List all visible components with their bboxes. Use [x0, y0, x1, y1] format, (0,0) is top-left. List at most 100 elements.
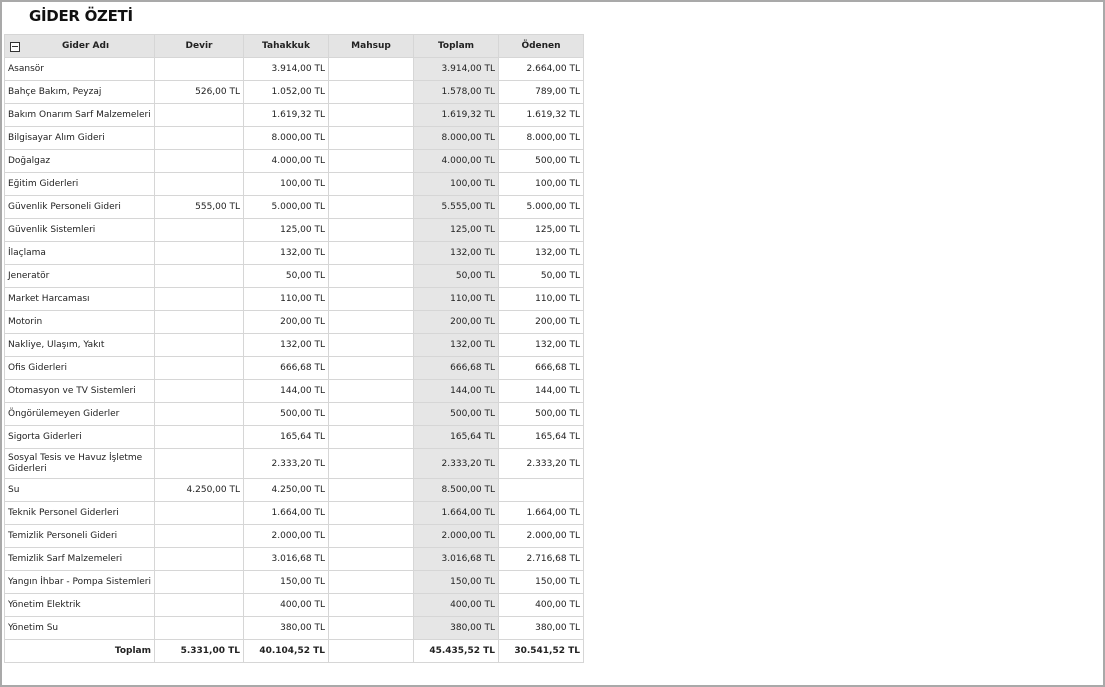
cell-odenen: 500,00 TL — [498, 149, 584, 173]
cell-gider-adi: Sosyal Tesis ve Havuz İşletme Giderleri — [4, 448, 155, 479]
cell-odenen: 2.333,20 TL — [498, 448, 584, 479]
table-row[interactable]: Ofis Giderleri 666,68 TL 666,68 TL 666,68 T… — [4, 356, 584, 380]
cell-odenen: 100,00 TL — [498, 172, 584, 196]
cell-tahakkuk: 165,64 TL — [243, 425, 329, 449]
table-row[interactable]: Market Harcaması 110,00 TL 110,00 TL 110,00… — [4, 287, 584, 311]
cell-tahakkuk: 2.000,00 TL — [243, 524, 329, 548]
cell-tahakkuk: 3.016,68 TL — [243, 547, 329, 571]
table-row[interactable]: Yangın İhbar - Pompa Sistemleri 150,00 TL… — [4, 570, 584, 594]
cell-tahakkuk: 5.000,00 TL — [243, 195, 329, 219]
table-row[interactable]: Nakliye, Ulaşım, Yakıt 132,00 TL 132,00 TL… — [4, 333, 584, 357]
cell-tahakkuk: 150,00 TL — [243, 570, 329, 594]
table-row[interactable]: Asansör 3.914,00 TL 3.914,00 TL 2.664,00 TL — [4, 57, 584, 81]
table-row[interactable]: Jeneratör 50,00 TL 50,00 TL 50,00 TL — [4, 264, 584, 288]
cell-gider-adi: Asansör — [4, 57, 155, 81]
cell-devir — [154, 524, 244, 548]
table-row[interactable]: Bilgisayar Alım Gideri 8.000,00 TL 8.000,0… — [4, 126, 584, 150]
cell-gider-adi: Eğitim Giderleri — [4, 172, 155, 196]
cell-toplam: 1.578,00 TL — [413, 80, 499, 104]
cell-tahakkuk: 125,00 TL — [243, 218, 329, 242]
cell-odenen: 1.664,00 TL — [498, 501, 584, 525]
cell-mahsup — [328, 195, 414, 219]
cell-devir — [154, 570, 244, 594]
cell-gider-adi: Sigorta Giderleri — [4, 425, 155, 449]
table-row[interactable]: Bahçe Bakım, Peyzaj 526,00 TL 1.052,00 TL 1… — [4, 80, 584, 104]
cell-gider-adi: Doğalgaz — [4, 149, 155, 173]
table-row[interactable]: Sosyal Tesis ve Havuz İşletme Giderleri 2… — [4, 448, 584, 479]
table-row[interactable]: Yönetim Elektrik 400,00 TL 400,00 TL 400,00… — [4, 593, 584, 617]
table-row[interactable]: Temizlik Sarf Malzemeleri 3.016,68 TL 3.01… — [4, 547, 584, 571]
cell-mahsup — [328, 425, 414, 449]
cell-devir — [154, 149, 244, 173]
cell-toplam: 150,00 TL — [413, 570, 499, 594]
cell-odenen: 144,00 TL — [498, 379, 584, 403]
column-header-name[interactable]: Gider Adı — [4, 34, 155, 58]
table-row[interactable]: Güvenlik Personeli Gideri 555,00 TL 5.000,… — [4, 195, 584, 219]
expense-summary-table: Gider Adı Devir Tahakkuk Mahsup Toplam Ö… — [4, 34, 584, 663]
collapse-icon[interactable] — [10, 41, 20, 52]
table-row[interactable]: Doğalgaz 4.000,00 TL 4.000,00 TL 500,00 TL — [4, 149, 584, 173]
cell-toplam: 4.000,00 TL — [413, 149, 499, 173]
table-row[interactable]: Otomasyon ve TV Sistemleri 144,00 TL 144,0… — [4, 379, 584, 403]
cell-mahsup — [328, 103, 414, 127]
table-row[interactable]: Temizlik Personeli Gideri 2.000,00 TL 2.00… — [4, 524, 584, 548]
cell-toplam: 5.555,00 TL — [413, 195, 499, 219]
cell-tahakkuk: 380,00 TL — [243, 616, 329, 640]
cell-devir — [154, 57, 244, 81]
column-header-devir[interactable]: Devir — [154, 34, 244, 58]
table-row[interactable]: Sigorta Giderleri 165,64 TL 165,64 TL 165,6… — [4, 425, 584, 449]
cell-toplam: 200,00 TL — [413, 310, 499, 334]
cell-mahsup — [328, 287, 414, 311]
cell-devir — [154, 448, 244, 479]
cell-tahakkuk: 1.664,00 TL — [243, 501, 329, 525]
cell-mahsup — [328, 218, 414, 242]
cell-gider-adi: Jeneratör — [4, 264, 155, 288]
cell-tahakkuk: 500,00 TL — [243, 402, 329, 426]
totals-odenen: 30.541,52 TL — [498, 639, 584, 663]
cell-tahakkuk: 4.250,00 TL — [243, 478, 329, 502]
table-row[interactable]: Su 4.250,00 TL 4.250,00 TL 8.500,00 TL — [4, 478, 584, 502]
cell-devir — [154, 379, 244, 403]
cell-toplam: 1.664,00 TL — [413, 501, 499, 525]
cell-gider-adi: Yönetim Elektrik — [4, 593, 155, 617]
table-row[interactable]: İlaçlama 132,00 TL 132,00 TL 132,00 TL — [4, 241, 584, 265]
cell-toplam: 3.016,68 TL — [413, 547, 499, 571]
column-header-tahakkuk[interactable]: Tahakkuk — [243, 34, 329, 58]
column-header-name-label: Gider Adı — [61, 40, 110, 51]
cell-gider-adi: Otomasyon ve TV Sistemleri — [4, 379, 155, 403]
cell-toplam: 50,00 TL — [413, 264, 499, 288]
cell-mahsup — [328, 333, 414, 357]
cell-odenen: 125,00 TL — [498, 218, 584, 242]
cell-mahsup — [328, 570, 414, 594]
totals-tahakkuk: 40.104,52 TL — [243, 639, 329, 663]
cell-tahakkuk: 1.619,32 TL — [243, 103, 329, 127]
cell-mahsup — [328, 126, 414, 150]
cell-gider-adi: Motorin — [4, 310, 155, 334]
table-row[interactable]: Güvenlik Sistemleri 125,00 TL 125,00 TL 125… — [4, 218, 584, 242]
cell-odenen: 1.619,32 TL — [498, 103, 584, 127]
cell-gider-adi: Ofis Giderleri — [4, 356, 155, 380]
table-row[interactable]: Teknik Personel Giderleri 1.664,00 TL 1.66… — [4, 501, 584, 525]
table-row[interactable]: Motorin 200,00 TL 200,00 TL 200,00 TL — [4, 310, 584, 334]
cell-odenen: 2.664,00 TL — [498, 57, 584, 81]
cell-mahsup — [328, 478, 414, 502]
table-row[interactable]: Öngörülemeyen Giderler 500,00 TL 500,00 TL… — [4, 402, 584, 426]
cell-odenen: 400,00 TL — [498, 593, 584, 617]
cell-mahsup — [328, 80, 414, 104]
cell-devir: 555,00 TL — [154, 195, 244, 219]
cell-mahsup — [328, 356, 414, 380]
cell-mahsup — [328, 310, 414, 334]
cell-devir — [154, 103, 244, 127]
table-row[interactable]: Yönetim Su 380,00 TL 380,00 TL 380,00 TL — [4, 616, 584, 640]
table-row[interactable]: Eğitim Giderleri 100,00 TL 100,00 TL 100,00… — [4, 172, 584, 196]
cell-tahakkuk: 132,00 TL — [243, 241, 329, 265]
cell-mahsup — [328, 57, 414, 81]
column-header-odenen[interactable]: Ödenen — [498, 34, 584, 58]
cell-tahakkuk: 2.333,20 TL — [243, 448, 329, 479]
column-header-toplam[interactable]: Toplam — [413, 34, 499, 58]
cell-mahsup — [328, 149, 414, 173]
cell-odenen: 110,00 TL — [498, 287, 584, 311]
cell-odenen: 500,00 TL — [498, 402, 584, 426]
table-row[interactable]: Bakım Onarım Sarf Malzemeleri 1.619,32 TL… — [4, 103, 584, 127]
column-header-mahsup[interactable]: Mahsup — [328, 34, 414, 58]
